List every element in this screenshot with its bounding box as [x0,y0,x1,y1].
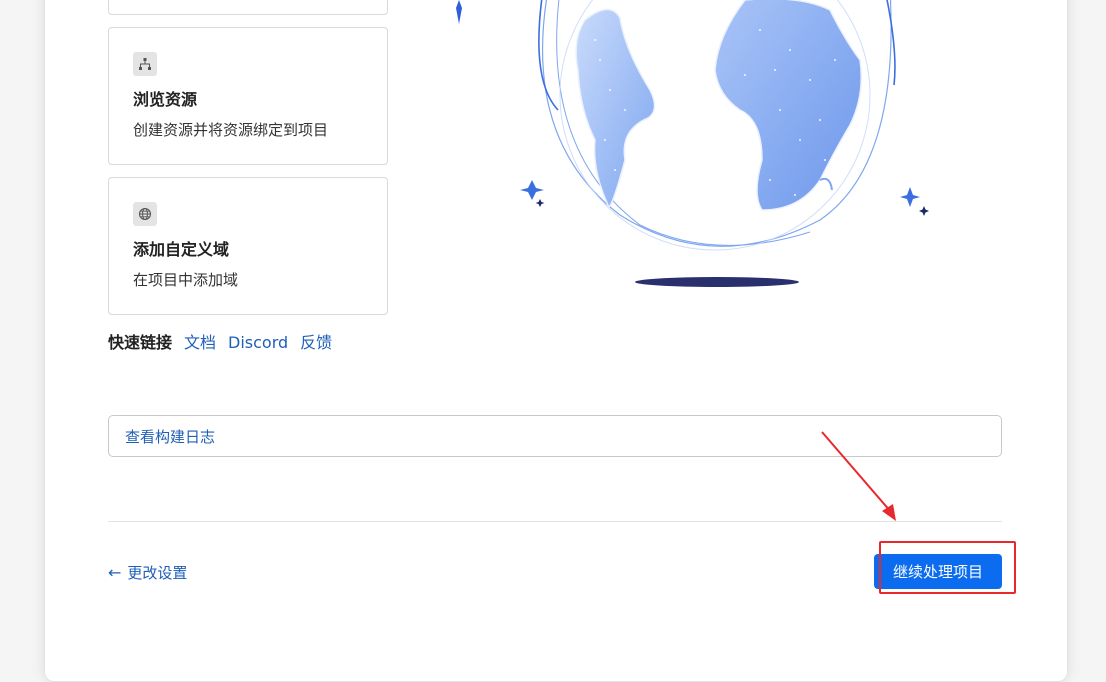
change-settings-label: 更改设置 [127,564,188,582]
link-docs[interactable]: 文档 [184,329,216,353]
globe-illustration [520,0,929,287]
quick-links-label: 快速链接 [108,333,173,352]
card-browse-resources[interactable]: 浏览资源 创建资源并将资源绑定到项目 [108,27,388,165]
quick-links: 快速链接 文档 Discord 反馈 [108,329,332,353]
card-partial[interactable] [108,0,388,15]
change-settings-link[interactable]: ← 更改设置 [108,562,187,583]
sparkle-icon [456,0,462,24]
globe-icon [133,202,157,226]
arrow-left-icon: ← [108,563,122,582]
annotation-arrow [821,431,896,521]
sitemap-icon [133,52,157,76]
link-feedback[interactable]: 反馈 [300,329,332,353]
card-title: 添加自定义域 [133,240,230,259]
card-description: 创建资源并将资源绑定到项目 [133,121,329,139]
link-discord[interactable]: Discord [228,333,288,352]
card-description: 在项目中添加域 [133,271,239,289]
card-add-custom-domain[interactable]: 添加自定义域 在项目中添加域 [108,177,388,315]
annotation-highlight-box [879,541,1016,594]
card-title: 浏览资源 [133,90,198,109]
